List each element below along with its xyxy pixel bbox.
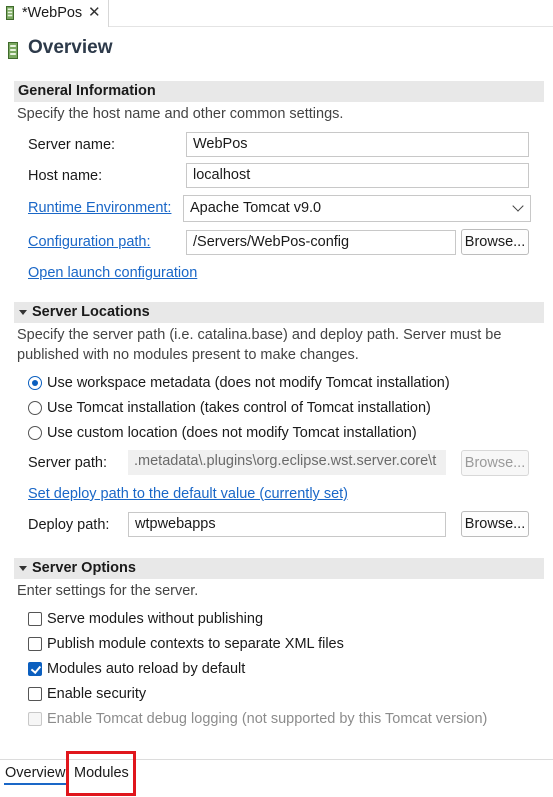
server-icon [8,42,18,59]
deploy-path-label: Deploy path: [28,517,110,533]
option-modules-auto-reload[interactable]: Modules auto reload by default [28,661,528,679]
radio-button[interactable] [28,426,42,440]
section-header-label: Server Options [32,560,136,576]
configuration-path-input[interactable]: /Servers/WebPos-config [186,230,456,255]
checkbox[interactable] [28,687,42,701]
radio-button[interactable] [28,376,42,390]
section-header-label: Server Locations [32,304,150,320]
checkbox-label: Enable security [47,686,147,702]
radio-label: Use workspace metadata (does not modify … [47,375,450,391]
configuration-path-link[interactable]: Configuration path: [28,234,151,250]
set-deploy-path-default-link[interactable]: Set deploy path to the default value (cu… [28,486,348,502]
deploy-path-browse-button[interactable]: Browse... [461,511,529,537]
modules-tab-highlight [66,751,136,796]
page-title: Overview [28,37,113,58]
radio-use-workspace-metadata[interactable]: Use workspace metadata (does not modify … [28,375,528,393]
checkbox-label: Serve modules without publishing [47,611,264,627]
radio-label: Use custom location (does not modify Tom… [47,425,417,441]
radio-label: Use Tomcat installation (takes control o… [47,400,431,416]
editor-tab-title: *WebPos [22,5,83,21]
server-path-input[interactable]: .metadata\.plugins\org.eclipse.wst.serve… [128,450,446,475]
checkbox[interactable] [28,612,42,626]
server-locations-header[interactable]: Server Locations [14,302,544,323]
general-information-description: Specify the host name and other common s… [17,106,344,122]
host-name-input[interactable]: localhost [186,163,529,188]
radio-use-tomcat-installation[interactable]: Use Tomcat installation (takes control o… [28,400,528,418]
open-launch-configuration-link[interactable]: Open launch configuration [28,265,197,281]
runtime-environment-value: Apache Tomcat v9.0 [190,200,322,216]
host-name-label: Host name: [28,168,103,184]
general-information-header: General Information [14,81,544,102]
server-name-input[interactable]: WebPos [186,132,529,157]
checkbox [28,712,42,726]
checkbox[interactable] [28,637,42,651]
checkbox-label: Enable Tomcat debug logging (not support… [47,711,488,727]
chevron-down-icon[interactable] [19,566,27,571]
editor-tab-webpos[interactable]: *WebPos ✕ [0,0,109,27]
deploy-path-input[interactable]: wtpwebapps [128,512,446,537]
server-icon [6,6,14,20]
option-enable-security[interactable]: Enable security [28,686,528,704]
server-name-label: Server name: [28,137,116,153]
tab-strip-divider [109,26,553,27]
option-serve-modules-without-publishing[interactable]: Serve modules without publishing [28,611,528,629]
server-options-header[interactable]: Server Options [14,558,544,579]
server-path-label: Server path: [28,455,107,471]
runtime-environment-select[interactable]: Apache Tomcat v9.0 [183,195,531,222]
runtime-environment-link[interactable]: Runtime Environment: [28,200,171,216]
checkbox-label: Modules auto reload by default [47,661,246,677]
server-locations-description-2: published with no modules present to mak… [17,347,359,363]
close-icon[interactable]: ✕ [88,3,101,21]
checkbox-label: Publish module contexts to separate XML … [47,636,344,652]
radio-use-custom-location[interactable]: Use custom location (does not modify Tom… [28,425,528,443]
tab-overview[interactable]: Overview [5,765,65,781]
config-browse-button[interactable]: Browse... [461,229,529,255]
chevron-down-icon [512,200,524,212]
server-locations-description-1: Specify the server path (i.e. catalina.b… [17,327,502,343]
option-enable-tomcat-debug-logging: Enable Tomcat debug logging (not support… [28,711,528,729]
option-publish-module-contexts[interactable]: Publish module contexts to separate XML … [28,636,528,654]
server-path-browse-button[interactable]: Browse... [461,450,529,476]
chevron-down-icon[interactable] [19,310,27,315]
radio-button[interactable] [28,401,42,415]
checkbox[interactable] [28,662,42,676]
active-tab-indicator [4,783,66,785]
server-options-description: Enter settings for the server. [17,583,199,599]
section-header-label: General Information [18,83,156,99]
